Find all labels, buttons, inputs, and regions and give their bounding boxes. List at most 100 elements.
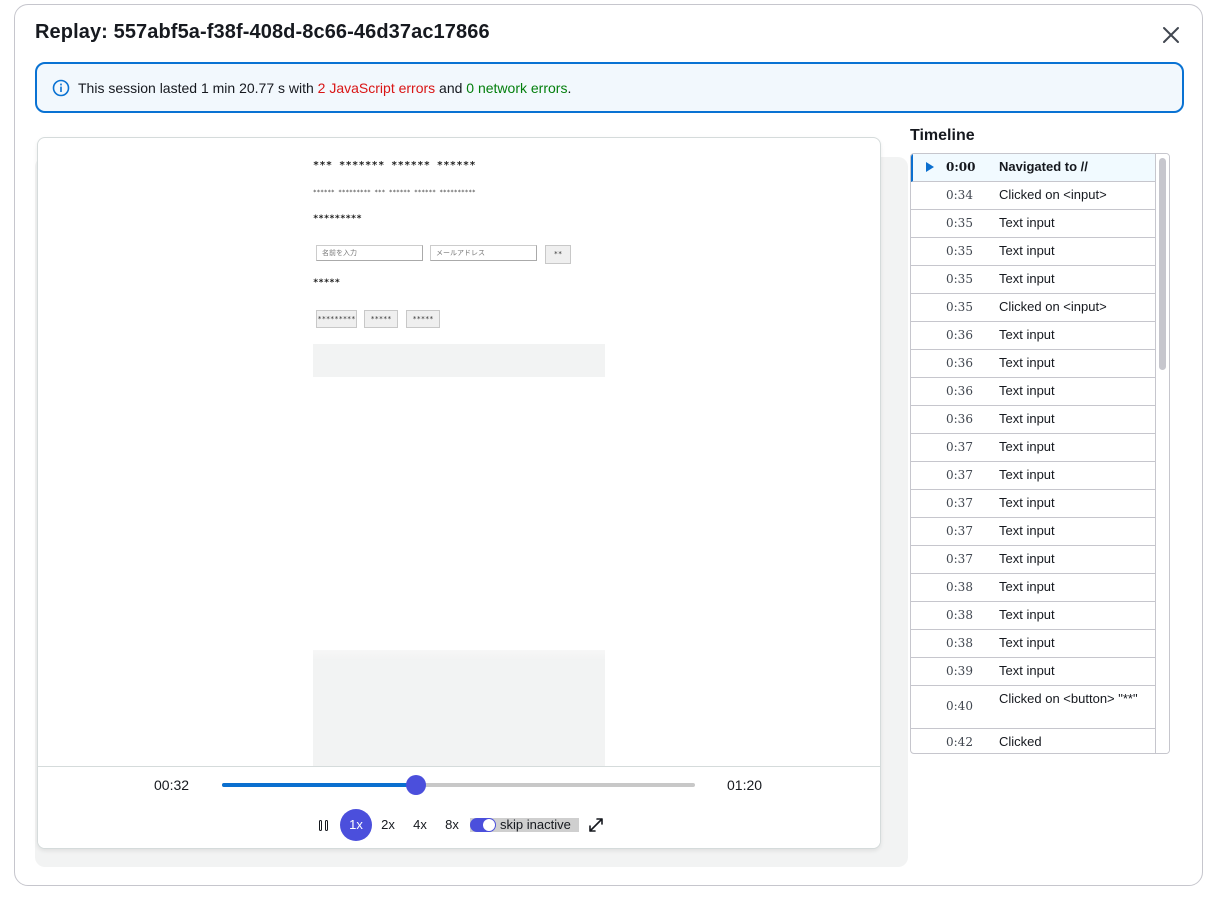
timeline-event-label: Text input [999, 327, 1055, 342]
alert-middle: and [435, 79, 467, 96]
timeline-event-time: 0:36 [946, 328, 973, 342]
replay-name-input: 名前を入力 [316, 245, 423, 261]
current-time: 00:32 [154, 777, 190, 793]
progress-fill [222, 783, 416, 787]
session-player: *** ******* ****** ****** ****** *******… [37, 137, 881, 849]
timeline-event-label: Text input [999, 271, 1055, 286]
skip-inactive-label: skip inactive [500, 817, 571, 832]
replay-viewport: *** ******* ****** ****** ****** *******… [38, 138, 880, 766]
play-triangle-icon [926, 162, 934, 172]
timeline-event-label: Text input [999, 355, 1055, 370]
timeline-event[interactable]: 0:39 Text input [911, 658, 1155, 686]
timeline-event-time: 0:38 [946, 636, 973, 650]
timeline-scrollbar[interactable] [1155, 154, 1169, 753]
timeline-event-label: Text input [999, 243, 1055, 258]
replay-page-panel-lower [313, 650, 605, 766]
timeline-panel: 0:00 Navigated to // 0:34 Clicked on <input… [910, 153, 1170, 754]
alert-prefix: This session lasted 1 min 20.77 s with [78, 79, 318, 96]
timeline-event-time: 0:36 [946, 384, 973, 398]
timeline-event-label: Text input [999, 663, 1055, 678]
timeline-event-label: Clicked on <button> "**" [999, 691, 1138, 706]
timeline-event[interactable]: 0:36 Text input [911, 322, 1155, 350]
player-controls: 00:32 01:20 1x 2x 4x 8x skip inactive [38, 766, 880, 848]
timeline-event[interactable]: 0:38 Text input [911, 602, 1155, 630]
modal-title: Replay: 557abf5a-f38f-408d-8c66-46d37ac1… [35, 21, 490, 43]
timeline-scroll-thumb[interactable] [1159, 158, 1166, 370]
timeline-event-label: Clicked on <input> [999, 187, 1107, 202]
info-icon [52, 79, 70, 96]
progress-handle[interactable] [405, 775, 426, 795]
timeline-event-time: 0:36 [946, 356, 973, 370]
speed-8x-button[interactable]: 8x [436, 809, 468, 841]
timeline-event-time: 0:39 [946, 664, 973, 678]
timeline-event-label: Text input [999, 215, 1055, 230]
session-info-alert: This session lasted 1 min 20.77 s with 2… [35, 62, 1184, 113]
timeline-event[interactable]: 0:36 Text input [911, 350, 1155, 378]
timeline-event[interactable]: 0:37 Text input [911, 462, 1155, 490]
progress-slider[interactable] [222, 775, 695, 795]
total-time: 01:20 [727, 777, 763, 793]
timeline-event-time: 0:38 [946, 580, 973, 594]
timeline-event-time: 0:00 [946, 160, 976, 174]
timeline-event[interactable]: 0:35 Text input [911, 266, 1155, 294]
network-errors-count: 0 network errors [466, 79, 568, 96]
playback-controls: 1x 2x 4x 8x skip inactive [315, 809, 605, 841]
replay-page-section1-heading: ********* [313, 214, 362, 224]
timeline-event[interactable]: 0:37 Text input [911, 518, 1155, 546]
timeline-event-label: Text input [999, 523, 1055, 538]
timeline-event-label: Text input [999, 579, 1055, 594]
timeline-event[interactable]: 0:00 Navigated to // [911, 154, 1155, 182]
timeline-event-time: 0:42 [946, 735, 973, 749]
timeline-event[interactable]: 0:40 Clicked on <button> "**" [911, 686, 1155, 729]
timeline-event[interactable]: 0:34 Clicked on <input> [911, 182, 1155, 210]
replay-page-button-1: ********* [316, 310, 357, 328]
timeline-event-time: 0:35 [946, 244, 973, 258]
speed-4x-button[interactable]: 4x [404, 809, 436, 841]
timeline-event-time: 0:38 [946, 608, 973, 622]
timeline-event-time: 0:37 [946, 440, 973, 454]
timeline-event-label: Clicked [999, 734, 1042, 749]
replay-email-input: メールアドレス [430, 245, 537, 261]
timeline-event-label: Text input [999, 439, 1055, 454]
timeline-event-time: 0:37 [946, 496, 973, 510]
replay-page-heading: *** ******* ****** ****** [313, 160, 477, 171]
timeline-event-time: 0:35 [946, 272, 973, 286]
timeline-event-label: Text input [999, 495, 1055, 510]
timeline-event[interactable]: 0:42 Clicked [911, 729, 1155, 753]
timeline-event-label: Text input [999, 607, 1055, 622]
timeline-event-time: 0:37 [946, 524, 973, 538]
timeline-event-label: Text input [999, 551, 1055, 566]
fullscreen-button[interactable] [587, 816, 605, 834]
timeline-event-label: Text input [999, 635, 1055, 650]
timeline-event[interactable]: 0:37 Text input [911, 490, 1155, 518]
timeline-event[interactable]: 0:36 Text input [911, 406, 1155, 434]
timeline-event[interactable]: 0:38 Text input [911, 574, 1155, 602]
pause-icon-bar [324, 819, 328, 831]
replay-page-subtext: ****** ********* *** ****** ****** *****… [313, 189, 476, 196]
fullscreen-icon [589, 818, 603, 832]
close-button[interactable] [1159, 23, 1183, 47]
timeline-event[interactable]: 0:37 Text input [911, 434, 1155, 462]
timeline-event[interactable]: 0:35 Clicked on <input> [911, 294, 1155, 322]
timeline-event-time: 0:35 [946, 216, 973, 230]
replay-page-button-3: ***** [406, 310, 440, 328]
timeline-event[interactable]: 0:38 Text input [911, 630, 1155, 658]
timeline-event[interactable]: 0:36 Text input [911, 378, 1155, 406]
timeline-event[interactable]: 0:35 Text input [911, 238, 1155, 266]
pause-button[interactable] [315, 818, 331, 832]
timeline-event-time: 0:36 [946, 412, 973, 426]
timeline-event-label: Text input [999, 383, 1055, 398]
close-icon [1163, 27, 1179, 43]
timeline-title: Timeline [910, 127, 975, 144]
toggle-switch[interactable] [470, 818, 496, 832]
pause-icon [318, 819, 322, 831]
skip-inactive-toggle[interactable]: skip inactive [470, 818, 579, 832]
timeline-event[interactable]: 0:35 Text input [911, 210, 1155, 238]
timeline-event-label: Text input [999, 411, 1055, 426]
timeline-list: 0:00 Navigated to // 0:34 Clicked on <input… [911, 154, 1155, 753]
timeline-event[interactable]: 0:37 Text input [911, 546, 1155, 574]
toggle-knob [483, 819, 495, 831]
js-errors-count: 2 JavaScript errors [317, 79, 436, 96]
speed-1x-button[interactable]: 1x [340, 809, 372, 841]
speed-2x-button[interactable]: 2x [372, 809, 404, 841]
